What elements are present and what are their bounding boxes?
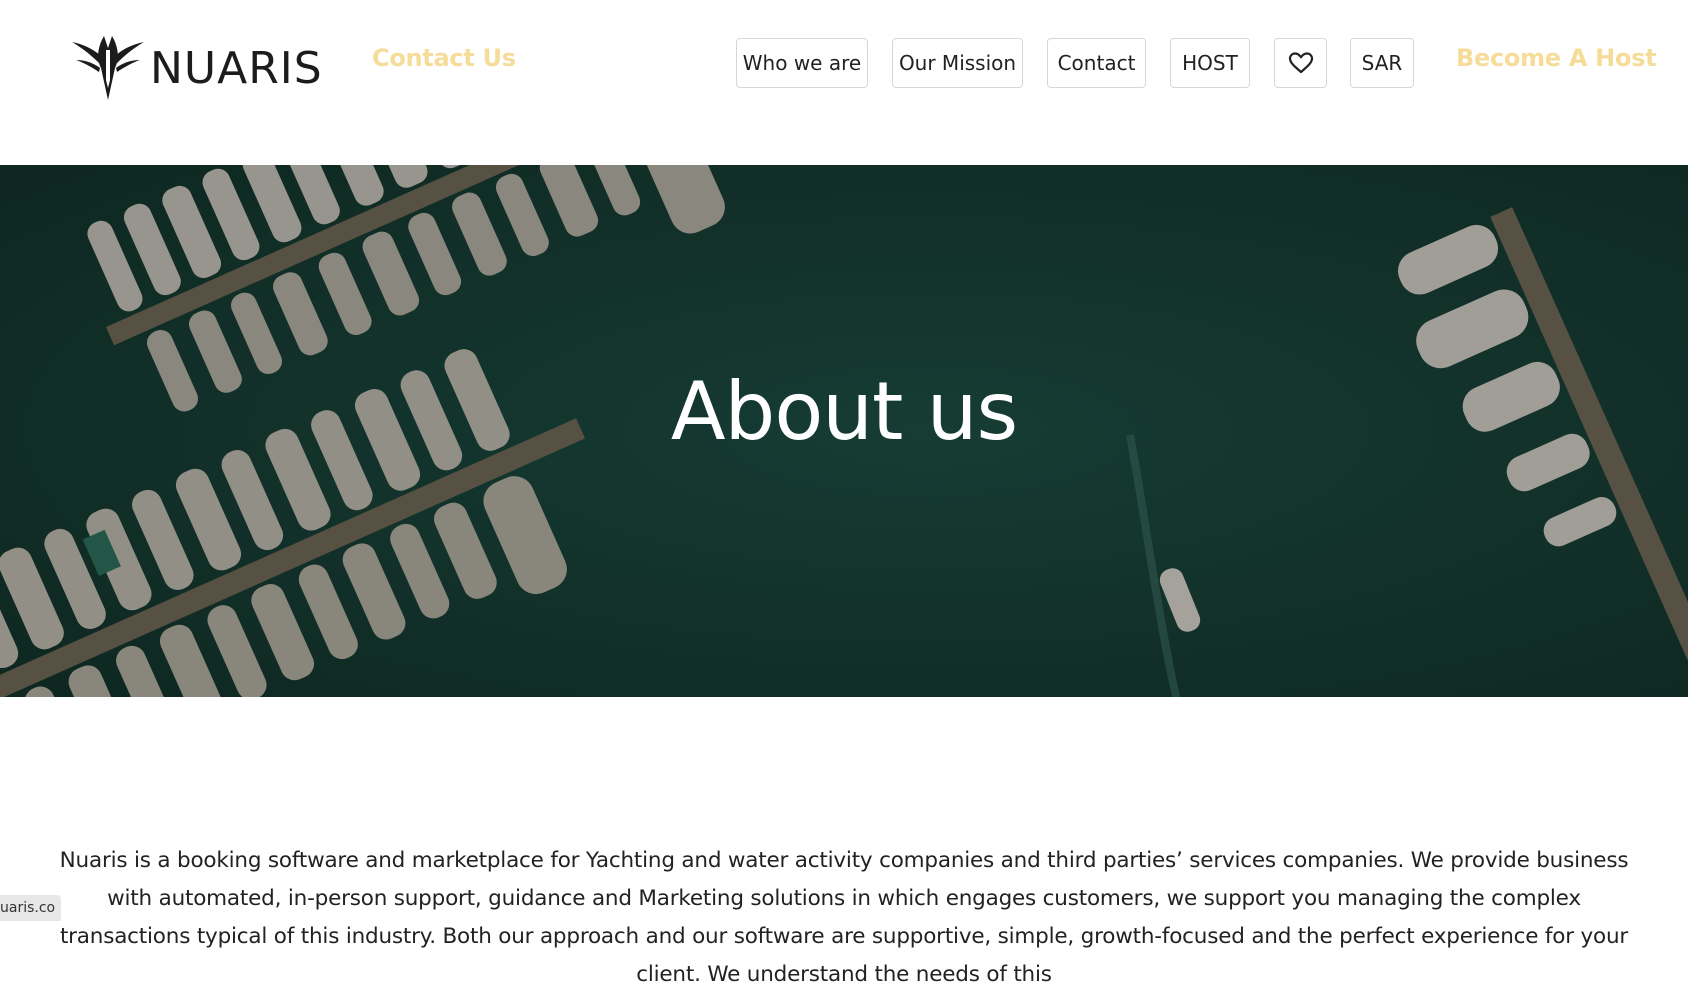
favorites-button[interactable] bbox=[1274, 38, 1327, 88]
brand-name: NUARIS bbox=[150, 42, 323, 94]
become-host-link[interactable]: Become A Host bbox=[1456, 44, 1657, 72]
nav-our-mission-button[interactable]: Our Mission bbox=[892, 38, 1023, 88]
yacht-emblem-icon bbox=[72, 36, 144, 100]
page-title: About us bbox=[670, 365, 1018, 458]
hero-banner: About us bbox=[0, 165, 1688, 697]
about-paragraph: Nuaris is a booking software and marketp… bbox=[59, 847, 1629, 987]
nav-contact-button[interactable]: Contact bbox=[1047, 38, 1146, 88]
currency-selector[interactable]: SAR bbox=[1350, 38, 1414, 88]
site-header: NUARIS Contact Us Who we are Our Mission… bbox=[0, 0, 1688, 165]
nav-host-button[interactable]: HOST bbox=[1170, 38, 1250, 88]
heart-icon bbox=[1288, 52, 1313, 74]
brand-logo[interactable]: NUARIS bbox=[70, 28, 323, 104]
contact-us-link[interactable]: Contact Us bbox=[372, 44, 516, 72]
status-url: uaris.co bbox=[0, 895, 62, 921]
nav-who-we-are-button[interactable]: Who we are bbox=[736, 38, 868, 88]
